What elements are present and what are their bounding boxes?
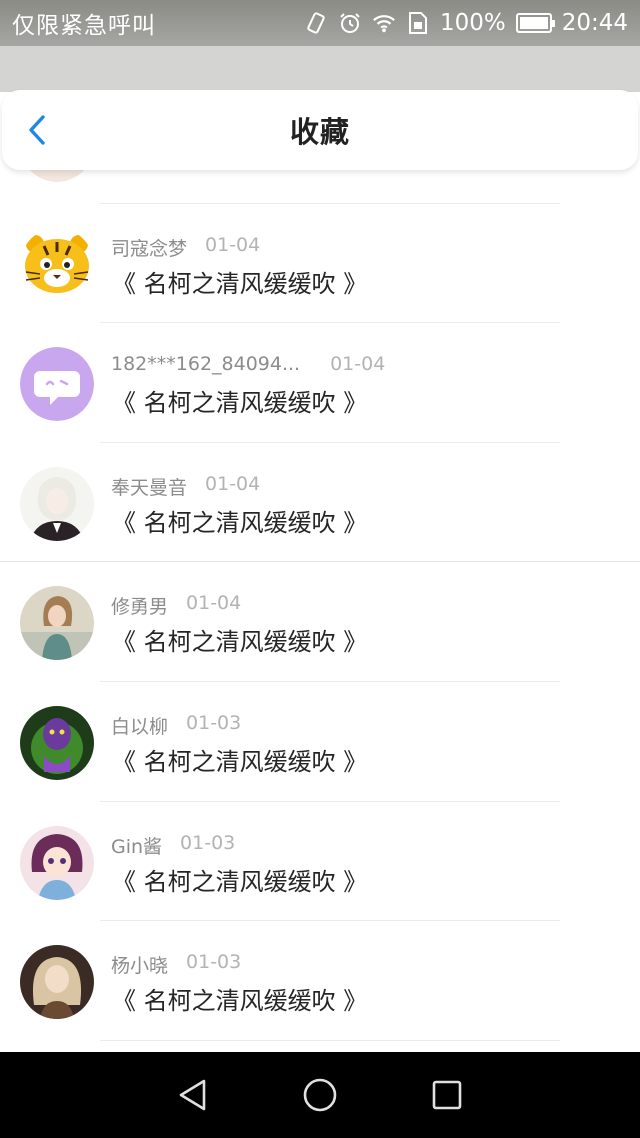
item-meta: 奉天曼音 01-04 [111, 473, 260, 500]
username: 司寇念梦 [111, 237, 188, 260]
avatar [20, 705, 94, 780]
header-background [0, 46, 640, 92]
item-meta: 杨小晓 01-03 [111, 951, 241, 978]
avatar [20, 825, 94, 900]
list-item[interactable]: 奉天曼音 01-04 《 名柯之清风缓缓吹 》 [0, 443, 640, 563]
avatar [20, 170, 94, 182]
system-home-button[interactable] [300, 1075, 340, 1115]
favorites-list[interactable]: 司寇念梦 01-04 《 名柯之清风缓缓吹 》 182***162_84094.… [0, 170, 640, 1052]
username: 奉天曼音 [111, 476, 188, 499]
list-item[interactable]: 杨小晓 01-03 《 名柯之清风缓缓吹 》 [0, 921, 640, 1041]
date: 01-03 [180, 831, 236, 854]
item-meta: Gin酱 01-03 [111, 832, 235, 859]
chevron-left-icon [29, 115, 45, 145]
alarm-icon [338, 11, 362, 35]
date: 01-04 [330, 353, 386, 376]
story-title[interactable]: 《 名柯之清风缓缓吹 》 [112, 264, 367, 299]
recents-square-icon [432, 1080, 461, 1110]
page-title: 收藏 [289, 115, 350, 149]
list-item[interactable]: 白以柳 01-03 《 名柯之清风缓缓吹 》 [0, 682, 640, 802]
avatar [20, 227, 94, 302]
battery-percent: 100% [439, 10, 506, 36]
item-meta: 修勇男 01-04 [111, 592, 241, 619]
system-nav-bar [0, 1052, 640, 1138]
system-recents-button[interactable] [427, 1075, 467, 1115]
list-item[interactable]: 182***162_84094... 01-04 《 名柯之清风缓缓吹 》 [0, 323, 640, 443]
story-title[interactable]: 《 名柯之清风缓缓吹 》 [112, 383, 367, 418]
list-item[interactable] [0, 170, 640, 204]
date: 01-04 [205, 472, 261, 495]
story-title[interactable]: 《 名柯之清风缓缓吹 》 [112, 503, 367, 538]
avatar [20, 945, 94, 1020]
clock: 20:44 [561, 10, 628, 36]
username: 杨小晓 [111, 955, 169, 978]
vibrate-icon [304, 11, 328, 35]
story-title[interactable]: 《 名柯之清风缓缓吹 》 [112, 862, 367, 897]
date: 01-03 [186, 951, 242, 974]
status-bar: 仅限紧急呼叫 100% 20:44 [0, 0, 640, 46]
item-meta: 182***162_84094... 01-04 [111, 353, 385, 375]
back-button[interactable] [20, 112, 54, 148]
avatar [20, 586, 94, 661]
list-item[interactable]: 修勇男 01-04 《 名柯之清风缓缓吹 》 [0, 562, 640, 682]
system-back-button[interactable] [173, 1075, 213, 1115]
avatar [20, 466, 94, 541]
divider [100, 1039, 560, 1041]
back-triangle-icon [180, 1079, 206, 1111]
date: 01-04 [205, 233, 261, 256]
carrier-text: 仅限紧急呼叫 [12, 13, 156, 39]
list-item[interactable]: 司寇念梦 01-04 《 名柯之清风缓缓吹 》 [0, 204, 640, 324]
list-item[interactable]: Gin酱 01-03 《 名柯之清风缓缓吹 》 [0, 802, 640, 922]
story-title[interactable]: 《 名柯之清风缓缓吹 》 [112, 622, 367, 657]
username: 修勇男 [111, 596, 169, 619]
wifi-icon [372, 11, 396, 35]
home-circle-icon [303, 1078, 337, 1112]
username: Gin酱 [111, 835, 163, 858]
item-meta: 白以柳 01-03 [111, 712, 241, 739]
item-meta: 司寇念梦 01-04 [111, 234, 260, 261]
username: 182***162_84094... [111, 353, 301, 376]
avatar [20, 347, 94, 422]
battery-icon [515, 13, 555, 33]
username: 白以柳 [111, 715, 169, 738]
story-title[interactable]: 《 名柯之清风缓缓吹 》 [112, 981, 367, 1016]
app-header: 收藏 [2, 90, 638, 170]
sim-icon [406, 11, 430, 35]
date: 01-03 [186, 711, 242, 734]
date: 01-04 [186, 592, 242, 615]
story-title[interactable]: 《 名柯之清风缓缓吹 》 [112, 742, 367, 777]
status-icons: 100% 20:44 [304, 10, 628, 36]
